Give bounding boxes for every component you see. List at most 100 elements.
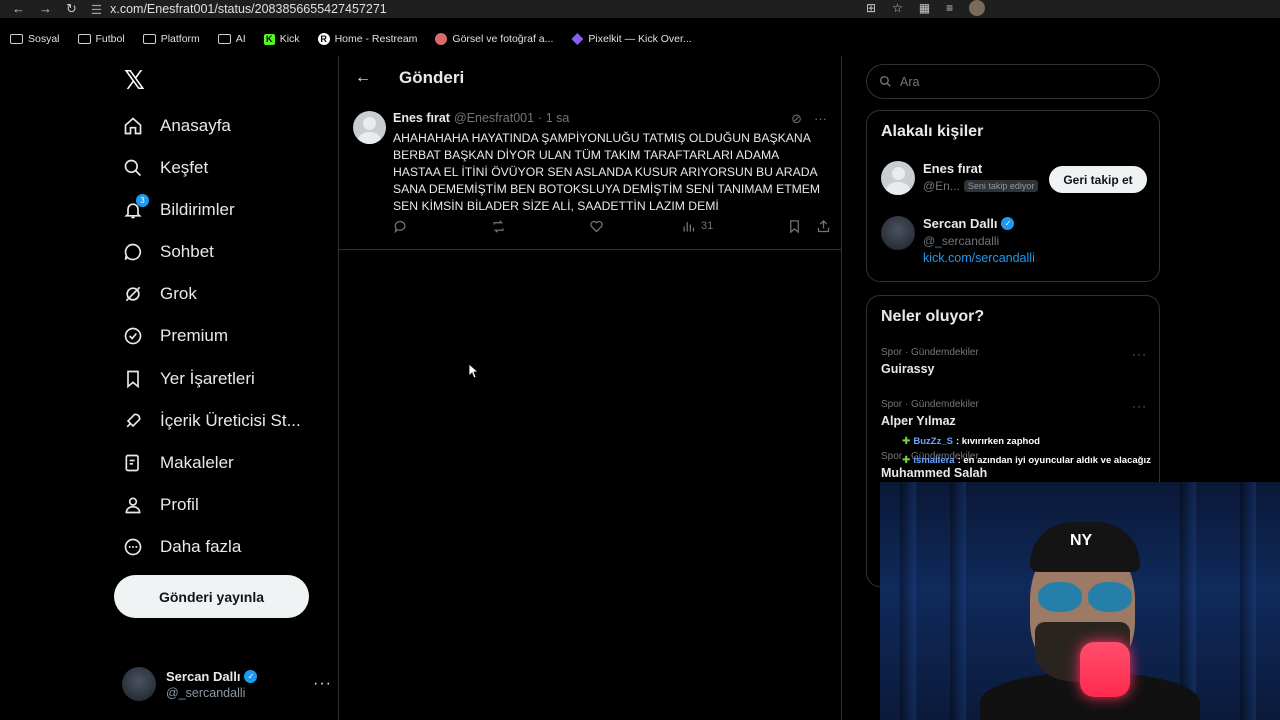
verified-icon: ✓ [1001, 217, 1015, 230]
bookmark-pixelkit[interactable]: Pixelkit — Kick Over... [571, 33, 692, 45]
extensions-icon[interactable]: ▦ [919, 1, 930, 15]
nav-premium[interactable]: Premium [122, 321, 228, 351]
trend-title: Guirassy [881, 362, 935, 376]
nav-home[interactable]: Anasayfa [122, 111, 231, 141]
chat-text: : kıvırırken zaphod [955, 436, 1040, 447]
profile-avatar[interactable] [969, 0, 986, 16]
bookmark-futbol[interactable]: Futbol [77, 33, 125, 45]
reload-icon[interactable]: ↻ [66, 1, 77, 17]
tweet[interactable]: Enes fırat @Enesfrat001 · 1 sa ⊘ ··· AHA… [339, 100, 841, 250]
search-input[interactable]: Ara [866, 64, 1160, 99]
bookmark-kick[interactable]: K Kick [263, 33, 300, 45]
like-button[interactable] [589, 219, 681, 234]
chat-text: : en azından iyi oyuncular aldık ve alac… [957, 455, 1151, 466]
tweet-text: AHAHAHAHA HAYATINDA ŞAMPİYONLUĞU TATMIŞ … [393, 131, 821, 213]
more-dots-icon[interactable]: ··· [1132, 347, 1147, 361]
tweet-top-actions: ⊘ ··· [791, 111, 827, 127]
chat-badge-icon: ✚ [902, 455, 911, 466]
url-text: x.com/Enesfrat001/status/208385665542745… [110, 2, 387, 16]
search-placeholder: Ara [900, 74, 920, 89]
bookmark-gorsel[interactable]: Görsel ve fotoğraf a... [435, 33, 553, 45]
chat-user: BuzZz_S [913, 436, 953, 447]
tweet-author[interactable]: Enes fırat [393, 111, 450, 125]
install-icon[interactable]: ⊞ [866, 1, 876, 15]
rocket-icon [122, 410, 144, 432]
nav-chat[interactable]: Sohbet [122, 237, 214, 267]
back-arrow-icon[interactable]: ← [355, 69, 371, 87]
follow-back-button[interactable]: Geri takip et [1049, 166, 1147, 193]
pixelkit-icon [571, 33, 584, 45]
folder-icon [142, 34, 156, 44]
trends-title: Neler oluyor? [881, 308, 985, 325]
trend-item[interactable]: Spor · Gündemdekiler Alper Yılmaz ··· [881, 399, 1147, 428]
nav-grok[interactable]: Grok [122, 279, 197, 309]
account-switcher[interactable]: Sercan Dallı ✓ @_sercandalli ··· [122, 664, 332, 704]
nav-articles[interactable]: Makaleler [122, 448, 234, 478]
profile-link[interactable]: kick.com/sercandalli [923, 251, 1035, 265]
cap: NY [1030, 522, 1140, 572]
avatar[interactable] [353, 111, 386, 144]
views-icon [683, 221, 695, 231]
repost-button[interactable] [491, 219, 589, 234]
bookmark-sosyal[interactable]: Sosyal [10, 33, 60, 45]
person-handle: @En... [923, 179, 960, 193]
trend-item[interactable]: Spor · Gündemdekiler Guirassy ··· [881, 347, 1147, 376]
bookmark-ai[interactable]: AI [217, 33, 246, 45]
post-button[interactable]: Gönderi yayınla [114, 575, 309, 618]
browser-actions: ⊞ ☆ ▦ ≡ [866, 0, 1162, 16]
avatar [881, 161, 915, 195]
grok-icon [122, 283, 144, 305]
views-count: 31 [701, 220, 714, 232]
share-icon[interactable] [816, 219, 831, 234]
nav-notifications[interactable]: 3 Bildirimler [122, 194, 235, 225]
nav-explore[interactable]: Keşfet [122, 153, 208, 183]
nav-bookmarks[interactable]: Yer İşaretleri [122, 364, 255, 394]
person-name: Sercan Dallı [923, 216, 998, 231]
bookmark-icon[interactable] [787, 219, 802, 234]
grok-explain-icon[interactable]: ⊘ [791, 111, 802, 127]
more-dots-icon[interactable]: ··· [313, 675, 332, 693]
site-info-icon[interactable]: ☰ [91, 2, 102, 17]
tweet-time[interactable]: · 1 sa [538, 111, 569, 125]
page-header: ← Gönderi [339, 56, 841, 100]
more-dots-icon[interactable]: ··· [814, 111, 827, 127]
stream-chat-message: ✚ BuzZz_S : kıvırırken zaphod [902, 436, 1040, 447]
bell-icon: 3 [122, 194, 149, 221]
folder-icon [10, 34, 23, 44]
mouse-cursor-icon [469, 364, 479, 378]
chat-badge-icon: ✚ [902, 436, 911, 447]
account-handle: @_sercandalli [166, 685, 246, 700]
bookmark-restream[interactable]: R Home - Restream [317, 33, 417, 45]
person-info: Enes fırat @En... Seni takip ediyor [923, 161, 1039, 195]
nav-creator-studio[interactable]: İçerik Üreticisi St... [122, 406, 301, 436]
x-logo-icon[interactable]: 𝕏 [124, 66, 145, 96]
more-dots-icon[interactable]: ··· [1132, 399, 1147, 413]
home-icon [122, 115, 144, 137]
back-icon[interactable]: ← [12, 1, 25, 17]
related-person[interactable]: Enes fırat @En... Seni takip ediyor [881, 161, 1039, 195]
forward-icon[interactable]: → [39, 1, 52, 17]
avatar [881, 216, 915, 250]
stream-chat-message: ✚ ismailera : en azından iyi oyuncular a… [902, 455, 1151, 466]
search-icon [122, 157, 144, 179]
kick-icon: K [263, 33, 275, 45]
folder-icon [217, 34, 231, 44]
premium-icon [122, 325, 144, 347]
star-icon[interactable]: ☆ [892, 1, 903, 15]
related-person[interactable]: Sercan Dallı ✓ @_sercandalli kick.com/ser… [881, 216, 1035, 265]
reply-button[interactable] [393, 219, 491, 234]
address-bar[interactable]: ☰ x.com/Enesfrat001/status/2083856655427… [91, 2, 387, 17]
tweet-handle[interactable]: @Enesfrat001 [454, 111, 534, 125]
tweet-meta: Enes fırat @Enesfrat001 · 1 sa [393, 111, 569, 125]
browser-toolbar: ← → ↻ ☰ x.com/Enesfrat001/status/2083856… [0, 0, 1280, 18]
trend-category: Spor · Gündemdekiler [881, 347, 979, 358]
chat-user: ismailera [913, 455, 955, 466]
bookmark-platform[interactable]: Platform [142, 33, 200, 45]
views-button[interactable]: 31 [681, 219, 781, 234]
webcam-overlay: NY [880, 482, 1280, 720]
page-title: Gönderi [399, 68, 465, 87]
menu-icon[interactable]: ≡ [946, 1, 953, 15]
nav-profile[interactable]: Profil [122, 490, 199, 520]
account-name-row: Sercan Dallı ✓ [166, 669, 258, 684]
nav-more[interactable]: Daha fazla [122, 532, 241, 562]
